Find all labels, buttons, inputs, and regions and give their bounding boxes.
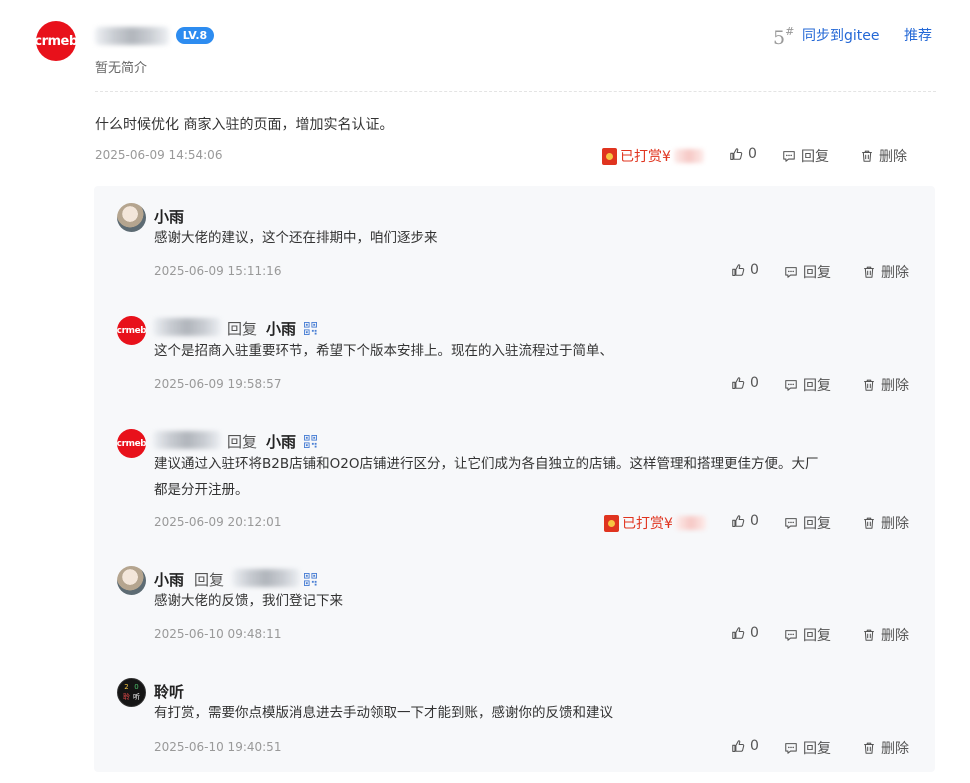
reply-button[interactable]: 回复 [784,262,831,282]
thumb-up-icon [731,739,745,753]
delete-button[interactable]: 删除 [862,513,909,533]
like-button[interactable]: 0 [731,738,759,754]
trash-icon [862,741,876,755]
trash-icon [862,265,876,279]
like-button[interactable]: 0 [731,262,759,278]
thumb-up-icon [729,147,743,161]
recommend-link[interactable]: 推荐 [904,25,932,45]
delete-button[interactable]: 删除 [862,625,909,645]
trash-icon [862,628,876,642]
crmeb-logo-icon: crmeb [34,33,78,49]
reply-date: 2025-06-09 15:11:16 [154,264,282,278]
reply-word: 回复 [227,433,258,451]
reply-target-name[interactable]: 小雨 [266,431,296,452]
red-packet-icon [602,147,617,165]
reply-avatar[interactable] [117,203,146,232]
comment-icon [782,149,796,163]
post-date: 2025-06-09 14:54:06 [95,148,223,162]
reply-author-name-blurred[interactable] [153,318,221,336]
post-content: 什么时候优化 商家入驻的页面，增加实名认证。 [95,117,394,133]
sync-to-gitee-link[interactable]: 同步到gitee [802,25,880,45]
reply-author-name-blurred[interactable] [153,431,221,449]
reply-text: 感谢大佬的反馈，我们登记下来 [154,593,343,609]
like-button[interactable]: 0 [731,375,759,391]
reply-date: 2025-06-09 19:58:57 [154,377,282,391]
reward-badge[interactable]: 已打赏¥ [604,513,706,533]
delete-button[interactable]: 删除 [862,262,909,282]
reply-text: 感谢大佬的建议，这个还在排期中，咱们逐步来 [154,230,438,246]
qr-code-icon[interactable] [304,573,317,586]
author-avatar[interactable]: crmeb [34,21,78,61]
reply-target-name[interactable]: 小雨 [266,318,296,339]
comment-icon [784,516,798,530]
divider [95,91,936,92]
reply-button[interactable]: 回复 [784,625,831,645]
like-button[interactable]: 0 [731,513,759,529]
qr-code-icon[interactable] [304,435,317,448]
reply-button[interactable]: 回复 [782,146,829,166]
reply-word: 回复 [227,320,258,338]
trash-icon [860,149,874,163]
crmeb-logo-icon: crmeb [117,438,146,449]
author-name-blurred[interactable] [95,27,169,45]
delete-button[interactable]: 删除 [862,375,909,395]
reply-text: 建议通过入驻环将B2B店铺和O2O店铺进行区分，让它们成为各自独立的店铺。这样管… [154,456,819,472]
reply-button[interactable]: 回复 [784,375,831,395]
reply-text-continued: 都是分开注册。 [154,482,249,498]
reply-word: 回复 [194,571,225,589]
level-badge: LV.8 [176,27,214,44]
trash-icon [862,516,876,530]
reply-text: 这个是招商入驻重要环节，希望下个版本安排上。现在的入驻流程过于简单、 [154,343,613,359]
reply-avatar[interactable]: crmeb [117,429,146,458]
reward-amount-blurred [675,516,706,530]
reply-text: 有打赏，需要你点模版消息进去手动领取一下才能到账，感谢你的反馈和建议 [154,705,613,721]
reply-avatar[interactable]: crmeb [117,316,146,345]
reply-target-name-blurred[interactable] [232,569,300,587]
comment-icon [784,265,798,279]
reply-author-name[interactable]: 聆听 [154,681,184,702]
like-button[interactable]: 0 [729,146,757,162]
thumb-up-icon [731,514,745,528]
reply-avatar[interactable]: 2 0 聆 听 [117,678,146,707]
reply-date: 2025-06-09 20:12:01 [154,515,282,529]
comment-icon [784,378,798,392]
delete-button[interactable]: 删除 [860,146,907,166]
red-packet-icon [604,514,619,532]
thumb-up-icon [731,626,745,640]
trash-icon [862,378,876,392]
reply-button[interactable]: 回复 [784,513,831,533]
reply-button[interactable]: 回复 [784,738,831,758]
reward-badge[interactable]: 已打赏¥ [602,146,704,166]
delete-button[interactable]: 删除 [862,738,909,758]
reply-author-name[interactable]: 小雨 [154,569,184,590]
reward-amount-blurred [673,149,704,163]
reply-date: 2025-06-10 19:40:51 [154,740,282,754]
reply-date: 2025-06-10 09:48:11 [154,627,282,641]
reply-author-name[interactable]: 小雨 [154,206,184,227]
comment-icon [784,741,798,755]
comment-icon [784,628,798,642]
qr-code-icon[interactable] [304,322,317,335]
crmeb-logo-icon: crmeb [117,325,146,336]
thumb-up-icon [731,376,745,390]
like-button[interactable]: 0 [731,625,759,641]
thumb-up-icon [731,263,745,277]
reply-avatar[interactable] [117,566,146,595]
author-intro: 暂无简介 [95,61,148,76]
floor-number: 5# [773,25,795,49]
